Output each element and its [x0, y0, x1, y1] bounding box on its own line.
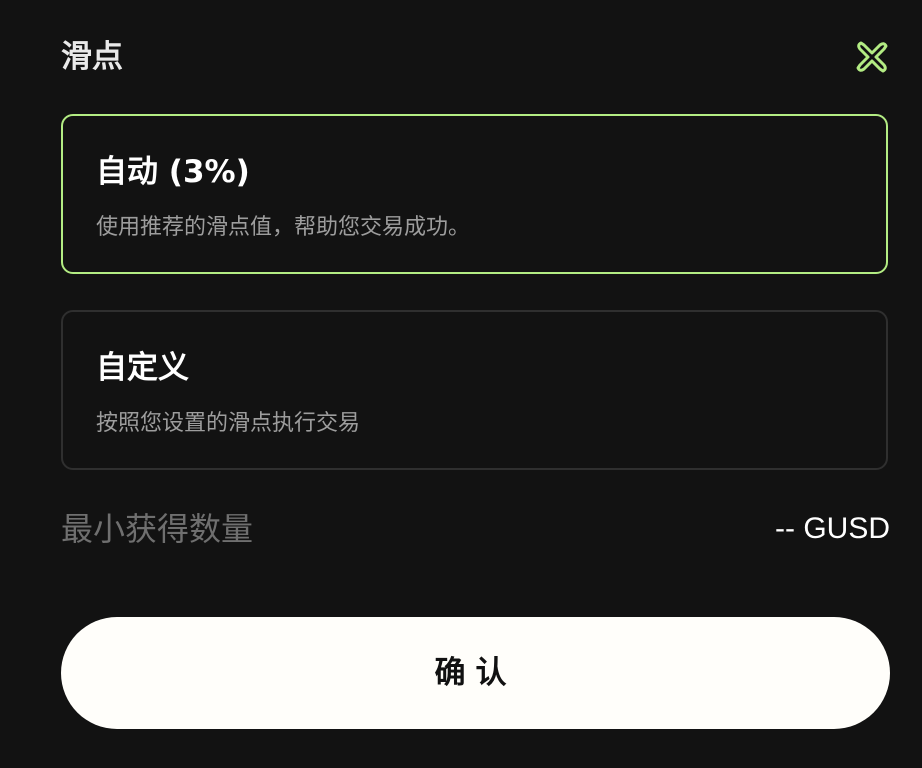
option-custom-description: 按照您设置的滑点执行交易: [96, 411, 361, 436]
sheet-header: 滑点: [61, 34, 890, 80]
option-auto-title: 自动 (3%): [96, 154, 250, 190]
sheet-title: 滑点: [61, 39, 123, 75]
option-auto[interactable]: 自动 (3%) 使用推荐的滑点值，帮助您交易成功。: [61, 114, 888, 274]
confirm-button[interactable]: 确认: [61, 617, 890, 729]
option-custom-title: 自定义: [96, 350, 189, 386]
confirm-button-label: 确认: [434, 655, 517, 690]
min-received-row: 最小获得数量 -- GUSD: [61, 508, 890, 552]
slippage-sheet: 滑点 自动 (3%) 使用推荐的滑点值，帮助您交易成功。 自定义 按照您设置的滑…: [0, 0, 922, 768]
close-button[interactable]: [854, 39, 890, 75]
option-auto-description: 使用推荐的滑点值，帮助您交易成功。: [96, 215, 471, 240]
min-received-label: 最小获得数量: [61, 510, 254, 548]
close-icon: [856, 41, 888, 73]
option-custom[interactable]: 自定义 按照您设置的滑点执行交易: [61, 310, 888, 470]
min-received-value: -- GUSD: [775, 512, 890, 545]
